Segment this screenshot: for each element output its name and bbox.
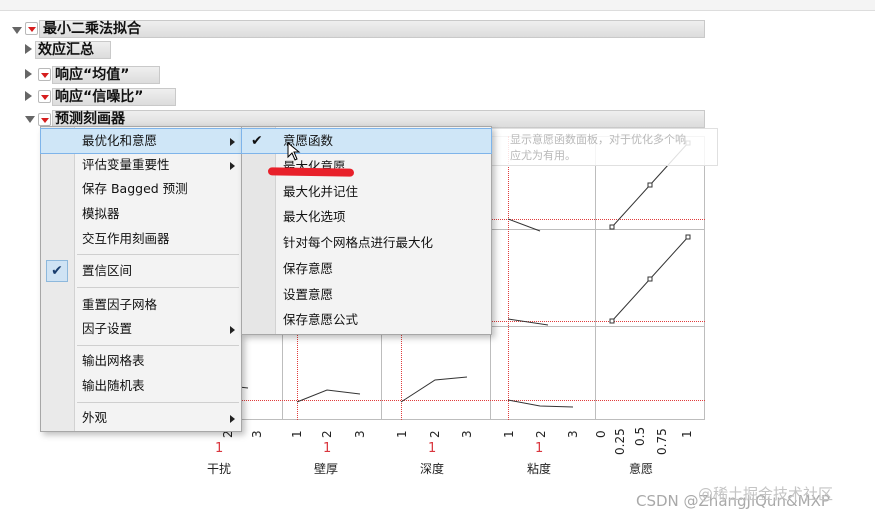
mouse-cursor-icon <box>287 142 301 161</box>
desirability-point <box>609 318 615 324</box>
menu-item-confidence-intervals[interactable]: ✔ 置信区间 <box>41 259 241 283</box>
trace-line <box>507 318 549 326</box>
tick-label: 2 <box>320 430 334 438</box>
trace-line <box>507 399 574 408</box>
factor-current-value[interactable]: 1 <box>215 441 223 456</box>
tick-label: 3 <box>460 430 474 438</box>
tooltip-line: 显示意愿函数面板，对于优化多个响 <box>510 133 686 146</box>
submenu-item-maximize-and-remember[interactable]: 最大化并记住 <box>242 180 491 204</box>
menu-separator <box>77 287 239 288</box>
desirability-point <box>647 276 653 282</box>
submenu-item-set-desirabilities[interactable]: 设置意愿 <box>242 283 491 307</box>
factor-current-value[interactable]: 1 <box>428 441 436 456</box>
factor-current-value[interactable]: 1 <box>323 441 331 456</box>
factor-name: 壁厚 <box>314 462 339 476</box>
tick-label: 0.25 <box>613 428 627 455</box>
submenu-arrow-icon <box>230 162 235 170</box>
menu-separator <box>77 254 239 255</box>
submenu-item-desirability-functions[interactable]: ✔ 意愿函数 <box>241 128 492 154</box>
submenu-arrow-icon <box>230 415 235 423</box>
tick-label: 2 <box>534 430 548 438</box>
submenu-item-maximize-each-grid-point[interactable]: 针对每个网格点进行最大化 <box>242 231 491 255</box>
check-icon: ✔ <box>46 260 68 282</box>
tick-label: 1 <box>502 430 516 438</box>
context-menu: 最优化和意愿 评估变量重要性 保存 Bagged 预测 模拟器 交互作用刻画器 … <box>40 126 242 432</box>
tick-label: 3 <box>566 430 580 438</box>
tooltip-line: 应尤为有用。 <box>510 149 576 162</box>
menu-item-optimization[interactable]: 最优化和意愿 <box>40 128 242 154</box>
menu-item-factor-settings[interactable]: 因子设置 <box>41 317 241 341</box>
menu-separator <box>77 402 239 403</box>
annotation-highlight-stroke <box>267 167 355 177</box>
tick-label: 1 <box>395 430 409 438</box>
menu-item-simulator[interactable]: 模拟器 <box>41 202 241 226</box>
factor-name: 干扰 <box>207 462 232 476</box>
tick-label: 2 <box>428 430 442 438</box>
menu-item-output-grid-table[interactable]: 输出网格表 <box>41 349 241 373</box>
menu-item-interaction-profiler[interactable]: 交互作用刻画器 <box>41 227 241 251</box>
factor-name: 粘度 <box>527 462 552 476</box>
submenu-arrow-icon <box>230 326 235 334</box>
trace-line <box>507 218 541 232</box>
check-icon: ✔ <box>251 133 263 149</box>
tick-label: 3 <box>353 430 367 438</box>
trace-line <box>400 376 468 403</box>
submenu: ✔ 意愿函数 最大化意愿 最大化并记住 最大化选项 针对每个网格点进行最大化 保… <box>241 126 492 335</box>
submenu-item-maximization-options[interactable]: 最大化选项 <box>242 205 491 229</box>
menu-item-appearance[interactable]: 外观 <box>41 406 241 430</box>
factor-current-value[interactable]: 1 <box>535 441 543 456</box>
menu-item-reset-factor-grid[interactable]: 重置因子网格 <box>41 293 241 317</box>
tick-label: 0 <box>594 430 608 438</box>
factor-name: 深度 <box>420 462 445 476</box>
trace-line <box>296 389 361 403</box>
tick-label: 0.5 <box>633 426 647 446</box>
tick-label: 3 <box>250 430 264 438</box>
menu-separator <box>77 345 239 346</box>
tick-label: 0.75 <box>655 428 669 455</box>
tick-label: 1 <box>680 430 694 438</box>
menu-item-output-random-table[interactable]: 输出随机表 <box>41 374 241 398</box>
desirability-point <box>685 234 691 240</box>
menu-item-save-bagged[interactable]: 保存 Bagged 预测 <box>41 177 241 201</box>
submenu-item-save-desirability-formula[interactable]: 保存意愿公式 <box>242 308 491 332</box>
menu-item-variable-importance[interactable]: 评估变量重要性 <box>41 153 241 177</box>
tick-label: 1 <box>290 430 304 438</box>
desirability-point <box>647 182 653 188</box>
desirability-point <box>609 224 615 230</box>
submenu-item-save-desirabilities[interactable]: 保存意愿 <box>242 257 491 281</box>
watermark-juejin: @稀土掘金技术社区 <box>698 485 834 503</box>
factor-name: 意愿 <box>629 462 654 476</box>
submenu-arrow-icon <box>230 138 235 146</box>
